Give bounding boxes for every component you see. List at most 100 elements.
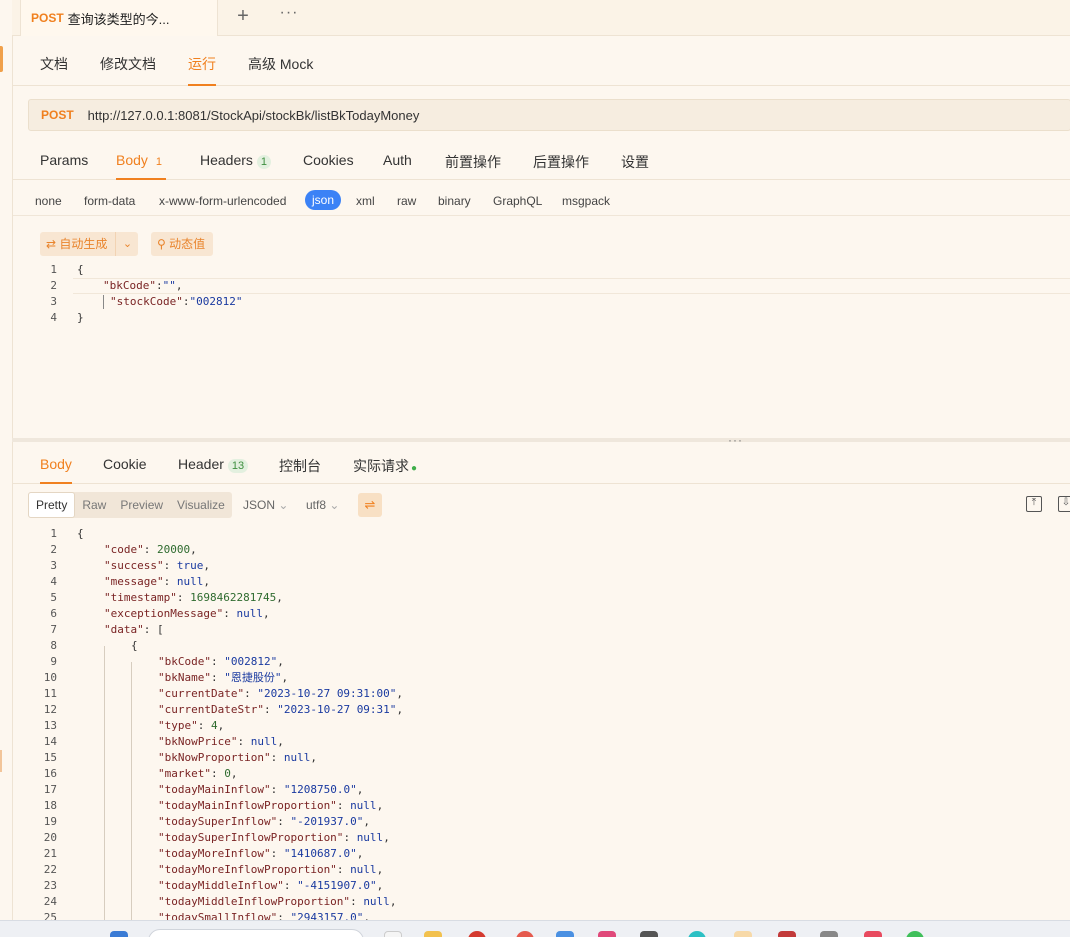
- response-line: 7 "data": [: [13, 622, 1070, 638]
- response-line: 5 "timestamp": 1698462281745,: [13, 590, 1070, 606]
- tab-params[interactable]: Params: [40, 152, 88, 180]
- body-type-raw[interactable]: raw: [397, 194, 416, 208]
- json-punct: ,: [356, 783, 364, 796]
- response-tab-cookie[interactable]: Cookie: [103, 456, 147, 484]
- line-number: 3: [50, 295, 57, 308]
- body-type-form-data[interactable]: form-data: [84, 194, 135, 208]
- app-icon[interactable]: [688, 931, 706, 937]
- more-tabs-button[interactable]: ···: [276, 2, 302, 28]
- json-punct: :: [336, 863, 351, 876]
- json-punct: ,: [356, 847, 364, 860]
- text-cursor: [103, 295, 104, 309]
- json-punct: ,: [217, 719, 225, 732]
- json-key: "success": [104, 559, 164, 572]
- auto-generate-main[interactable]: ⇄ 自动生成: [40, 232, 117, 256]
- app-icon[interactable]: [516, 931, 534, 937]
- line-number: 22: [43, 863, 57, 876]
- response-line: 18 "todayMainInflowProportion": null,: [13, 798, 1070, 814]
- view-raw[interactable]: Raw: [75, 492, 113, 518]
- json-punct: ,: [281, 671, 289, 684]
- save-response-icon[interactable]: ⇩: [1058, 496, 1070, 512]
- app-icon[interactable]: [864, 931, 882, 937]
- app-red-icon[interactable]: [468, 931, 486, 937]
- body-type-graphql[interactable]: GraphQL: [493, 194, 542, 208]
- dynamic-value-button[interactable]: ⚲ 动态值: [151, 232, 214, 256]
- editor-line: 2 "bkCode":"",: [13, 278, 1070, 294]
- auto-generate-button[interactable]: ⇄ 自动生成 ⌄: [40, 232, 139, 256]
- format-select[interactable]: JSON ⌄: [243, 498, 288, 512]
- body-type-urlencoded[interactable]: x-www-form-urlencoded: [159, 194, 286, 208]
- body-type-binary[interactable]: binary: [438, 194, 471, 208]
- format-value: JSON: [243, 498, 276, 512]
- request-tab[interactable]: POST 查询该类型的今...: [20, 0, 218, 36]
- taskbar-search-box[interactable]: [148, 929, 364, 937]
- json-key: "todayMainInflowProportion": [158, 799, 337, 812]
- json-value: "1208750.0": [283, 783, 357, 796]
- app-icon[interactable]: [906, 931, 924, 937]
- body-type-xml[interactable]: xml: [356, 194, 375, 208]
- response-tab-actual-request[interactable]: 实际请求 ●: [353, 456, 417, 484]
- line-number: 11: [43, 687, 57, 700]
- code-text: "todaySuperInflowProportion": null,: [158, 830, 390, 846]
- view-preview[interactable]: Preview: [113, 492, 170, 518]
- json-value: null: [350, 863, 377, 876]
- json-punct: :: [210, 767, 225, 780]
- view-visualize[interactable]: Visualize: [170, 492, 232, 518]
- app-icon[interactable]: [820, 931, 838, 937]
- json-punct: ,: [190, 543, 197, 556]
- line-number: 24: [43, 895, 57, 908]
- json-punct: ,: [376, 863, 384, 876]
- json-key: "market": [158, 767, 211, 780]
- body-type-msgpack[interactable]: msgpack: [562, 194, 610, 208]
- response-tab-header[interactable]: Header 13: [178, 456, 249, 484]
- encoding-select[interactable]: utf8 ⌄: [306, 498, 339, 512]
- line-number: 25: [43, 911, 57, 920]
- tab-settings[interactable]: 设置: [621, 152, 649, 180]
- json-punct: :: [336, 799, 351, 812]
- json-punct: {: [77, 527, 84, 540]
- json-key: "bkCode": [103, 279, 156, 292]
- response-line: 15 "bkNowProportion": null,: [13, 750, 1070, 766]
- file-explorer-icon[interactable]: [424, 931, 442, 937]
- app-icon[interactable]: [778, 931, 796, 937]
- task-view-icon[interactable]: [384, 931, 402, 937]
- line-number: 4: [50, 311, 57, 324]
- app-icon[interactable]: [640, 931, 658, 937]
- url-bar[interactable]: POST http://127.0.0.1:8081/StockApi/stoc…: [28, 99, 1070, 131]
- json-key: "todayMoreInflowProportion": [158, 863, 337, 876]
- tab-docs[interactable]: 文档: [40, 54, 68, 86]
- tab-run[interactable]: 运行: [188, 54, 216, 86]
- tab-headers[interactable]: Headers 1: [200, 152, 272, 180]
- app-icon[interactable]: [556, 931, 574, 937]
- request-body-editor[interactable]: 1 { 2 "bkCode":"", 3 "stockCode":"002812…: [13, 262, 1070, 436]
- response-line: 1{: [13, 526, 1070, 542]
- chevron-down-icon[interactable]: ⌄: [116, 232, 138, 256]
- json-punct: ,: [262, 607, 270, 620]
- json-key: "todaySmallInflow": [158, 911, 278, 920]
- tab-post-operations[interactable]: 后置操作: [533, 152, 589, 180]
- windows-start-icon[interactable]: [110, 931, 128, 937]
- tab-edit-docs[interactable]: 修改文档: [100, 54, 156, 86]
- body-type-none[interactable]: none: [35, 194, 62, 208]
- tab-cookies[interactable]: Cookies: [303, 152, 354, 180]
- body-type-json[interactable]: json: [305, 190, 342, 210]
- tab-pre-operations[interactable]: 前置操作: [445, 152, 501, 180]
- view-pretty[interactable]: Pretty: [28, 492, 76, 518]
- tab-advanced-mock[interactable]: 高级 Mock: [248, 54, 313, 86]
- line-number: 18: [43, 799, 57, 812]
- response-panel: Body Cookie Header 13 控制台 实际请求 ● Pretty Ra…: [12, 442, 1070, 920]
- word-wrap-icon[interactable]: ⇌: [358, 493, 382, 517]
- json-value: "2023-10-27 09:31": [277, 703, 397, 716]
- response-line: 11 "currentDate": "2023-10-27 09:31:00",: [13, 686, 1070, 702]
- app-icon[interactable]: [734, 931, 752, 937]
- tab-auth[interactable]: Auth: [383, 152, 412, 180]
- url-input[interactable]: http://127.0.0.1:8081/StockApi/stockBk/l…: [88, 108, 420, 123]
- tab-body[interactable]: Body 1: [116, 152, 167, 180]
- response-body-viewer[interactable]: 1{2 "code": 20000, 3 "success": true, 4 "mess…: [13, 526, 1070, 920]
- add-tab-button[interactable]: +: [230, 3, 256, 29]
- response-tab-console[interactable]: 控制台: [279, 456, 321, 484]
- response-tab-body[interactable]: Body: [40, 456, 72, 484]
- url-method[interactable]: POST: [41, 108, 74, 122]
- apifox-icon[interactable]: [598, 931, 616, 937]
- pin-top-icon[interactable]: ⤒: [1026, 496, 1042, 512]
